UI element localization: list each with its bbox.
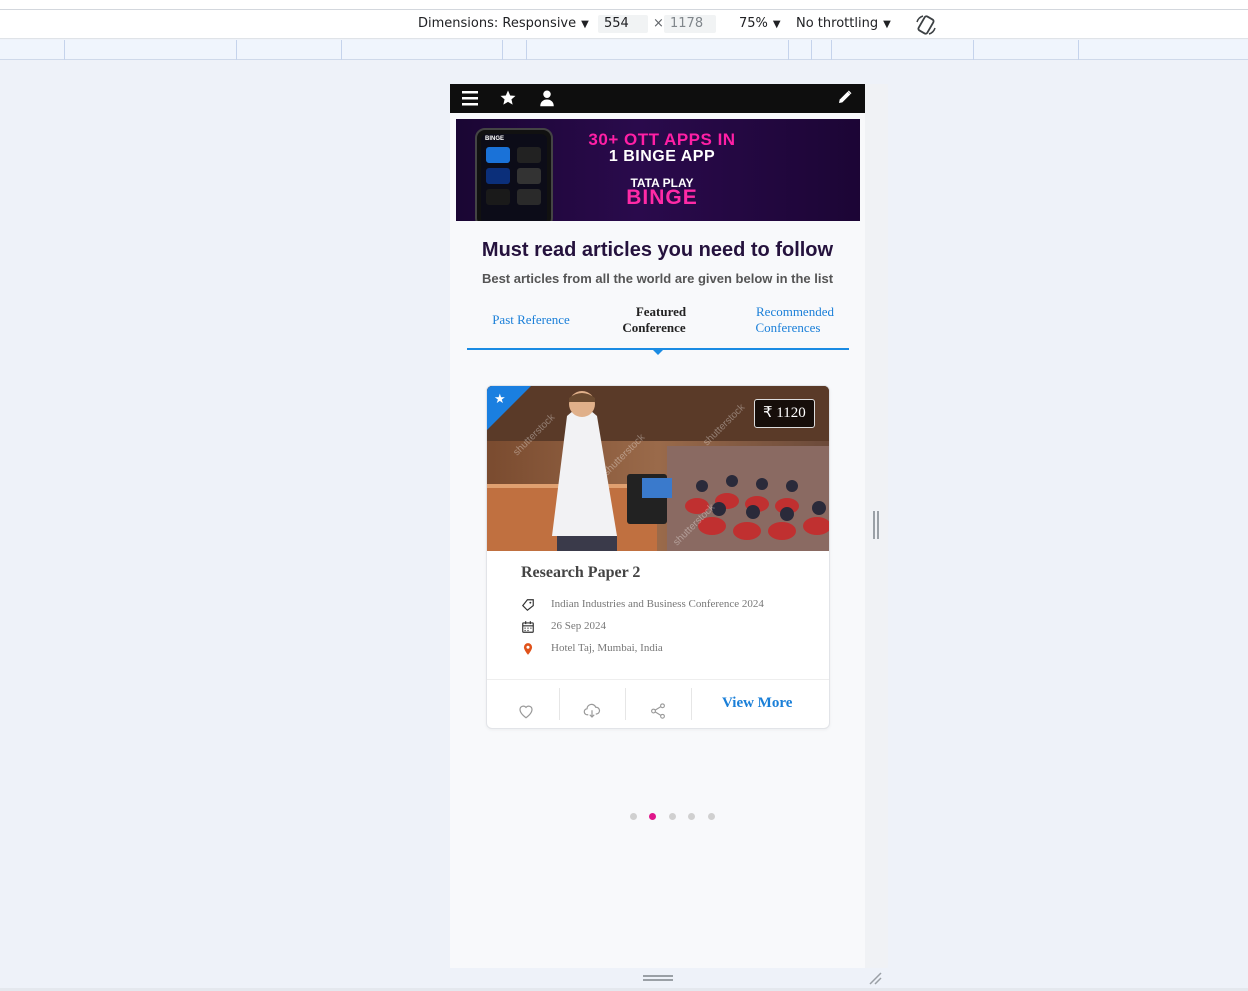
pagination-dot[interactable] bbox=[630, 813, 637, 820]
section-subtitle: Best articles from all the world are giv… bbox=[481, 271, 834, 286]
conference-photo: shutterstock shutterstock shutterstock s… bbox=[487, 386, 829, 551]
conference-card[interactable]: shutterstock shutterstock shutterstock s… bbox=[486, 385, 830, 729]
width-input[interactable]: 554 bbox=[598, 15, 648, 33]
calendar-icon bbox=[522, 621, 534, 633]
tab-past-reference[interactable]: Past Reference bbox=[481, 312, 581, 328]
zoom-label: 75% bbox=[739, 16, 768, 31]
ruler-tick bbox=[1078, 40, 1079, 60]
tab-recommended-conferences[interactable]: Recommended Conferences bbox=[731, 304, 845, 336]
card-actions: View More bbox=[487, 679, 829, 728]
conference-date: 26 Sep 2024 bbox=[551, 620, 606, 632]
card-title[interactable]: Research Paper 2 bbox=[521, 564, 640, 582]
action-divider bbox=[559, 688, 560, 720]
price-badge: ₹ 1120 bbox=[754, 399, 815, 428]
conference-tabs: Past Reference Featured Conference Recom… bbox=[467, 304, 849, 355]
app-tile bbox=[517, 189, 541, 205]
resize-corner-icon[interactable] bbox=[868, 971, 882, 985]
conference-location: Hotel Taj, Mumbai, India bbox=[551, 642, 663, 654]
app-tile bbox=[517, 147, 541, 163]
dimensions-label: Dimensions: Responsive bbox=[418, 16, 577, 31]
viewport-resize-handle-bottom[interactable] bbox=[643, 975, 673, 981]
tab-featured-line2: Conference bbox=[622, 320, 686, 335]
throttling-label: No throttling bbox=[796, 16, 879, 31]
share-icon[interactable] bbox=[649, 695, 667, 727]
app-tile bbox=[517, 168, 541, 184]
ad-banner[interactable]: BINGE 30+ OTT APPS IN 1 BINGE APP TATA P… bbox=[456, 119, 860, 221]
action-divider bbox=[625, 688, 626, 720]
pagination-dot-active[interactable] bbox=[649, 813, 656, 820]
heart-icon[interactable] bbox=[517, 695, 535, 727]
ruler-tick bbox=[831, 40, 832, 60]
active-tab-indicator bbox=[651, 348, 665, 355]
phone-screen: BINGE bbox=[481, 134, 547, 221]
ruler-tick bbox=[502, 40, 503, 60]
dimensions-dropdown[interactable]: Dimensions: Responsive ▼ bbox=[418, 16, 589, 31]
media-query-ruler bbox=[0, 40, 1248, 60]
tab-featured-line1: Featured bbox=[635, 304, 687, 319]
banner-subheadline: 1 BINGE APP bbox=[608, 148, 716, 165]
devtools-device-toolbar: Dimensions: Responsive ▼ 554 × 1178 75% ▼ … bbox=[0, 10, 1248, 39]
devtools-top-strip bbox=[0, 0, 1248, 10]
ruler-tick bbox=[236, 40, 237, 60]
menu-icon[interactable] bbox=[461, 89, 479, 107]
ruler-tick bbox=[341, 40, 342, 60]
ruler-tick bbox=[811, 40, 812, 60]
app-tile bbox=[486, 168, 510, 184]
ruler-tick bbox=[64, 40, 65, 60]
tab-recommended-line2: Conferences bbox=[755, 320, 821, 335]
tab-featured-conference[interactable]: Featured Conference bbox=[604, 304, 704, 336]
tag-icon bbox=[521, 599, 534, 612]
app-tile bbox=[486, 189, 510, 205]
app-navbar bbox=[450, 84, 865, 113]
star-icon[interactable] bbox=[499, 89, 517, 107]
height-input[interactable]: 1178 bbox=[664, 15, 716, 33]
phone-graphic: BINGE bbox=[475, 128, 553, 221]
map-pin-icon bbox=[523, 643, 533, 655]
ruler-tick bbox=[526, 40, 527, 60]
ruler-tick bbox=[973, 40, 974, 60]
pagination-dot[interactable] bbox=[669, 813, 676, 820]
chevron-down-icon: ▼ bbox=[581, 19, 589, 30]
action-divider bbox=[691, 688, 692, 720]
chevron-down-icon: ▼ bbox=[883, 19, 891, 30]
phone-brand: BINGE bbox=[485, 136, 505, 142]
dimension-separator: × bbox=[653, 16, 664, 31]
device-viewport: BINGE 30+ OTT APPS IN 1 BINGE APP TATA P… bbox=[450, 84, 888, 968]
chevron-down-icon: ▼ bbox=[772, 19, 781, 30]
user-icon[interactable] bbox=[538, 89, 556, 107]
cloud-download-icon[interactable] bbox=[583, 695, 601, 727]
pagination-dot[interactable] bbox=[708, 813, 715, 820]
ruler-tick bbox=[788, 40, 789, 60]
rotate-icon[interactable] bbox=[915, 14, 937, 36]
tab-recommended-line1: Recommended bbox=[756, 304, 834, 319]
page-content: BINGE 30+ OTT APPS IN 1 BINGE APP TATA P… bbox=[450, 84, 865, 968]
throttling-dropdown[interactable]: No throttling ▼ bbox=[796, 16, 891, 31]
viewport-resize-handle-right[interactable] bbox=[873, 511, 879, 539]
zoom-dropdown[interactable]: 75% ▼ bbox=[739, 16, 781, 31]
pagination-dot[interactable] bbox=[688, 813, 695, 820]
section-title: Must read articles you need to follow bbox=[481, 239, 834, 261]
pencil-icon[interactable] bbox=[837, 89, 853, 105]
banner-brand-logo: BINGE bbox=[626, 186, 698, 209]
banner-headline: 30+ OTT APPS IN bbox=[588, 130, 736, 149]
app-tile bbox=[486, 147, 510, 163]
view-more-button[interactable]: View More bbox=[722, 695, 792, 712]
star-icon: ★ bbox=[494, 391, 506, 406]
conference-name: Indian Industries and Business Conferenc… bbox=[551, 598, 764, 610]
